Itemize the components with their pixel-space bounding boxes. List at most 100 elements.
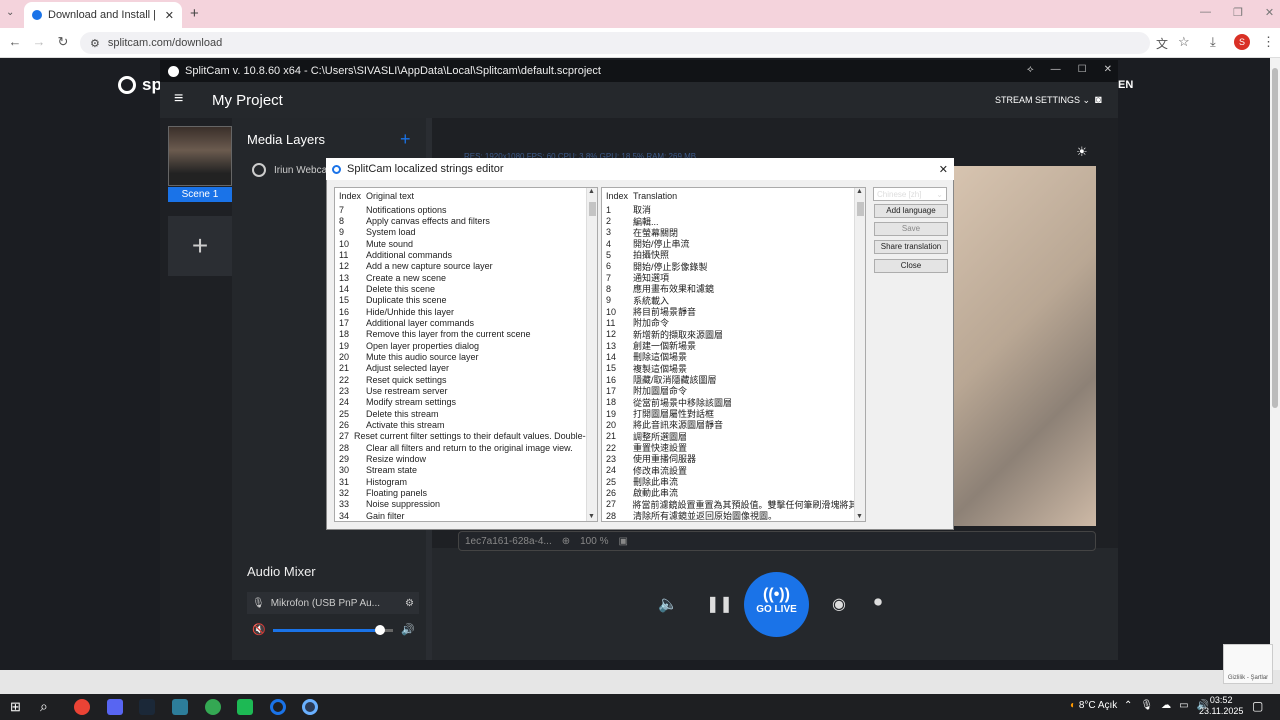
list-row[interactable]: 12 Add a new capture source layer	[335, 261, 597, 272]
chrome-icon[interactable]	[74, 699, 90, 715]
notifications-icon[interactable]: ▢	[1252, 699, 1263, 713]
mic-settings-gear-icon[interactable]: ⚙	[405, 598, 414, 609]
list-row[interactable]: 11 Additional commands	[335, 249, 597, 260]
tray-chevron-icon[interactable]: ⌃	[1124, 700, 1132, 711]
restore-icon[interactable]: ❐	[1233, 6, 1243, 19]
close-window-icon[interactable]: ✕	[1265, 6, 1274, 19]
record-icon[interactable]: ⏺	[874, 594, 882, 612]
minimize-icon[interactable]: —	[1200, 6, 1211, 19]
list-row[interactable]: 30 Stream state	[335, 465, 597, 476]
layout-icon[interactable]: ▣	[618, 536, 627, 547]
camera-snapshot-icon[interactable]: ◉	[832, 594, 846, 614]
translation-list-scrollbar[interactable]: ▲ ▼	[854, 188, 865, 521]
forward-icon[interactable]: →	[30, 34, 48, 49]
sc-close-icon[interactable]: ✕	[1104, 64, 1112, 75]
taskbar-clock[interactable]: 03:52 23.11.2025	[1199, 695, 1243, 717]
list-row[interactable]: 13 Create a new scene	[335, 272, 597, 283]
list-row[interactable]: 25 Delete this stream	[335, 408, 597, 419]
vr-icon[interactable]: ◙	[1095, 94, 1102, 106]
add-scene-button[interactable]: +	[168, 216, 232, 276]
mic-source-row[interactable]: 🎙 Mikrofon (USB PnP Au... ⚙	[247, 592, 419, 614]
volume-knob[interactable]	[375, 625, 385, 635]
address-bar[interactable]: ⚙ splitcam.com/download	[80, 32, 1150, 54]
pause-icon[interactable]: ❚❚	[706, 594, 733, 614]
translation-list[interactable]: Index Translation 1 取消 2 編輯... 3 在螢幕關閉 4 開始/停止串流…	[601, 187, 866, 522]
list-row[interactable]: 20 Mute this audio source layer	[335, 351, 597, 362]
list-row[interactable]: 33 Noise suppression	[335, 499, 597, 510]
language-switch[interactable]: EN	[1118, 79, 1133, 91]
tray-network-icon[interactable]: ▭	[1179, 700, 1188, 711]
list-row[interactable]: 29 Resize window	[335, 453, 597, 464]
list-row[interactable]: 27 Reset current filter settings to their…	[335, 431, 597, 442]
list-row[interactable]: 14 Delete this scene	[335, 283, 597, 294]
layer-item[interactable]: Iriun Webca	[252, 163, 327, 177]
volume-icon[interactable]: 🔊	[401, 623, 415, 636]
language-select[interactable]: Chinese [zh] ⌄	[873, 187, 947, 201]
tray-cloud-icon[interactable]: ☁	[1161, 700, 1171, 711]
translate-icon[interactable]: 文	[1156, 35, 1168, 52]
list-row[interactable]: 10 Mute sound	[335, 238, 597, 249]
chrome-profile-icon[interactable]	[205, 699, 221, 715]
windows-start-icon[interactable]: ⊞	[10, 699, 21, 715]
list-row[interactable]: 34 Gain filter	[335, 510, 597, 521]
new-tab-button[interactable]: +	[190, 5, 199, 22]
list-row[interactable]: 18 Remove this layer from the current sce…	[335, 329, 597, 340]
download-icon[interactable]: ⤓	[1210, 34, 1216, 50]
page-scrollbar[interactable]	[1270, 58, 1280, 670]
list-row[interactable]: 8 Apply canvas effects and filters	[335, 215, 597, 226]
close-button[interactable]: Close	[874, 259, 948, 273]
discord-icon[interactable]	[107, 699, 123, 715]
spotify-icon[interactable]	[237, 699, 253, 715]
list-row[interactable]: 9 System load	[335, 227, 597, 238]
list-row[interactable]: 15 Duplicate this scene	[335, 295, 597, 306]
back-icon[interactable]: ←	[6, 34, 24, 49]
splitcam-active-icon[interactable]	[302, 699, 318, 715]
original-list-scrollbar[interactable]: ▲ ▼	[586, 188, 597, 521]
list-row[interactable]: 24 Modify stream settings	[335, 397, 597, 408]
list-row[interactable]: 28 清除所有濾鏡並返回原始圖像視圖。	[602, 510, 865, 521]
add-language-button[interactable]: Add language	[874, 204, 948, 218]
share-translation-button[interactable]: Share translation	[874, 240, 948, 254]
stream-settings-button[interactable]: STREAM SETTINGS ⌄	[995, 95, 1090, 106]
search-icon[interactable]: ⌕	[40, 698, 48, 715]
pin-icon[interactable]: ⟡	[1027, 64, 1034, 75]
list-row[interactable]: 22 Reset quick settings	[335, 374, 597, 385]
bookmark-star-icon[interactable]: ☆	[1178, 34, 1190, 50]
profile-avatar[interactable]: S	[1234, 34, 1250, 50]
list-row[interactable]: 16 Hide/Unhide this layer	[335, 306, 597, 317]
mute-icon[interactable]: 🔇	[252, 623, 266, 636]
recaptcha-badge[interactable]: Gizlilik - Şartlar	[1223, 644, 1273, 684]
original-text-list[interactable]: Index Original text 7 Notifications option…	[334, 187, 598, 522]
list-row[interactable]: 17 Additional layer commands	[335, 317, 597, 328]
brightness-icon[interactable]: ☀	[1076, 144, 1088, 160]
save-button[interactable]: Save	[874, 222, 948, 236]
sc-minimize-icon[interactable]: —	[1051, 64, 1061, 75]
dialog-close-icon[interactable]: ✕	[939, 163, 948, 176]
close-tab-icon[interactable]: ✕	[165, 9, 174, 22]
list-row[interactable]: 19 Open layer properties dialog	[335, 340, 597, 351]
list-row[interactable]: 31 Histogram	[335, 476, 597, 487]
splitcam-taskbar-icon[interactable]	[270, 699, 286, 715]
weather-widget[interactable]: ◐ 8°C Açık	[1070, 700, 1117, 711]
menu-kebab-icon[interactable]: ⋮	[1262, 34, 1275, 50]
speaker-icon[interactable]: 🔈	[658, 594, 678, 614]
list-row[interactable]: 23 Use restream server	[335, 385, 597, 396]
scene-thumbnail[interactable]	[168, 126, 232, 186]
scene-label[interactable]: Scene 1	[168, 187, 232, 202]
sc-maximize-icon[interactable]: ☐	[1078, 64, 1087, 75]
list-row[interactable]: 32 Floating panels	[335, 487, 597, 498]
list-row[interactable]: 28 Clear all filters and return to the or…	[335, 442, 597, 453]
go-live-button[interactable]: ((•)) GO LIVE	[744, 572, 809, 637]
site-info-icon[interactable]: ⚙	[90, 37, 100, 50]
hamburger-menu-icon[interactable]: ≡	[174, 90, 183, 108]
list-row[interactable]: 7 Notifications options	[335, 204, 597, 215]
tray-mic-icon[interactable]: 🎙	[1140, 700, 1153, 711]
steam-icon[interactable]	[139, 699, 155, 715]
list-row[interactable]: 21 Adjust selected layer	[335, 363, 597, 374]
tab-list-icon[interactable]: ⌄	[6, 7, 14, 18]
reload-icon[interactable]: ↻	[54, 34, 72, 50]
app-icon[interactable]	[172, 699, 188, 715]
add-layer-icon[interactable]: +	[400, 129, 411, 150]
list-row[interactable]: 26 Activate this stream	[335, 419, 597, 430]
browser-tab[interactable]: Download and Install | SplitCam ✕	[24, 2, 182, 28]
